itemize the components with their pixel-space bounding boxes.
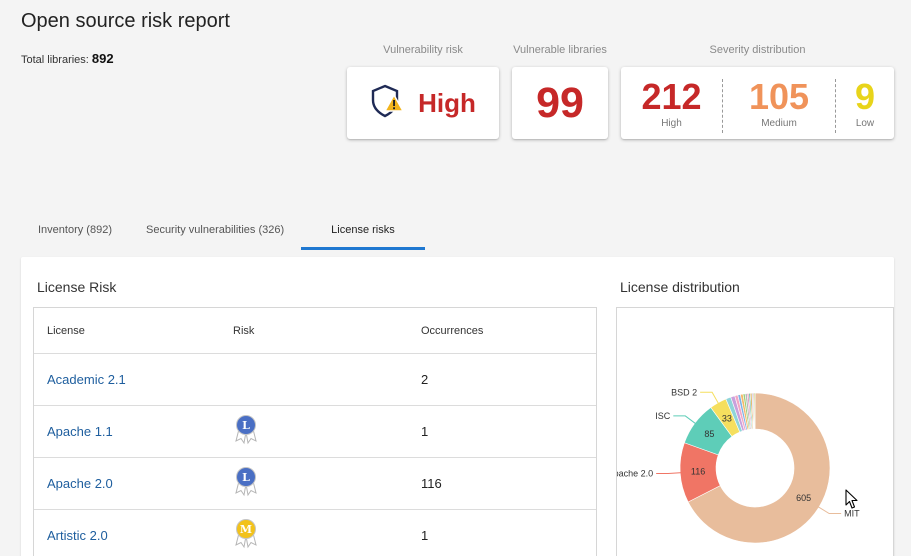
license-risk-title: License Risk bbox=[37, 279, 117, 295]
severity-medium: 105 Medium bbox=[723, 67, 835, 139]
license-link[interactable]: Apache 1.1 bbox=[47, 424, 113, 439]
license-link[interactable]: Artistic 2.0 bbox=[47, 528, 108, 543]
column-header-risk[interactable]: Risk bbox=[221, 325, 408, 337]
column-header-license[interactable]: License bbox=[34, 325, 221, 337]
occurrences-cell: 1 bbox=[421, 528, 429, 543]
table-row: Apache 1.1 L 1 bbox=[34, 406, 596, 458]
table-row: Apache 2.0 L 116 bbox=[34, 458, 596, 510]
vulnerability-risk-value: High bbox=[418, 87, 476, 118]
occurrences-cell: 2 bbox=[421, 372, 429, 387]
risk-cell: M bbox=[221, 519, 408, 552]
table-row: Academic 2.1 2 bbox=[34, 354, 596, 406]
slice-name-label: Apache 2.0 bbox=[617, 468, 653, 478]
risk-level-letter: M bbox=[240, 523, 252, 536]
low-risk-badge-icon: L bbox=[235, 415, 257, 445]
total-libraries: Total libraries: 892 bbox=[21, 51, 114, 66]
total-libraries-value: 892 bbox=[91, 51, 114, 66]
severity-low-value: 9 bbox=[854, 75, 876, 117]
table-row: Artistic 2.0 M 1 bbox=[34, 510, 596, 556]
vulnerability-risk-card: High bbox=[347, 67, 499, 139]
slice-value-label: 33 bbox=[722, 413, 732, 423]
vulnerability-risk-label: Vulnerability risk bbox=[383, 44, 463, 56]
report-tabs: Inventory (892) Security vulnerabilities… bbox=[21, 212, 425, 250]
risk-cell: L bbox=[221, 467, 408, 500]
page-title: Open source risk report bbox=[21, 10, 230, 32]
license-distribution-title: License distribution bbox=[620, 279, 740, 295]
severity-high-label: High bbox=[661, 117, 682, 129]
tab-security-vulnerabilities[interactable]: Security vulnerabilities (326) bbox=[129, 212, 301, 248]
shield-warning-icon bbox=[370, 83, 406, 124]
leader-line bbox=[656, 472, 683, 474]
leader-line bbox=[673, 415, 697, 425]
license-link[interactable]: Academic 2.1 bbox=[47, 372, 126, 387]
severity-distribution-label: Severity distribution bbox=[709, 44, 806, 56]
vulnerable-libraries-label: Vulnerable libraries bbox=[513, 44, 607, 56]
slice-value-label: 85 bbox=[704, 429, 714, 439]
slice-value-label: 116 bbox=[691, 467, 705, 477]
severity-high: 212 High bbox=[621, 67, 722, 139]
risk-level-letter: L bbox=[242, 419, 250, 432]
severity-medium-value: 105 bbox=[748, 75, 810, 117]
slice-name-label: ISC bbox=[655, 411, 671, 421]
severity-low-label: Low bbox=[855, 117, 875, 129]
donut-slice[interactable] bbox=[753, 392, 756, 430]
severity-low: 9 Low bbox=[836, 67, 894, 139]
severity-medium-label: Medium bbox=[761, 117, 797, 129]
slice-name-label: BSD 2 bbox=[671, 387, 697, 397]
occurrences-cell: 116 bbox=[421, 476, 442, 491]
table-header: License Risk Occurrences bbox=[34, 308, 596, 354]
risk-level-letter: L bbox=[242, 471, 250, 484]
severity-distribution-card: 212 High 105 Medium 9 Low bbox=[621, 67, 894, 139]
license-link[interactable]: Apache 2.0 bbox=[47, 476, 113, 491]
total-libraries-label: Total libraries: bbox=[21, 54, 89, 66]
low-risk-badge-icon: L bbox=[235, 467, 257, 497]
column-header-occurrences[interactable]: Occurrences bbox=[408, 325, 596, 337]
mouse-cursor-icon bbox=[845, 489, 858, 509]
license-donut-chart: 605 116 85 33 MIT Apache 2.0 ISC BSD 2 bbox=[617, 387, 860, 544]
risk-cell: L bbox=[221, 415, 408, 448]
vulnerable-libraries-card: 99 bbox=[512, 67, 608, 139]
vulnerable-libraries-value: 99 bbox=[536, 78, 584, 127]
leader-line bbox=[700, 391, 720, 405]
slice-value-label: 605 bbox=[796, 493, 811, 503]
medium-risk-badge-icon: M bbox=[235, 519, 257, 549]
tab-inventory[interactable]: Inventory (892) bbox=[21, 212, 129, 248]
license-distribution-chart: 605 116 85 33 MIT Apache 2.0 ISC BSD 2 bbox=[616, 307, 894, 556]
license-panel: License Risk License distribution Licens… bbox=[21, 257, 894, 556]
leader-line bbox=[816, 505, 842, 515]
occurrences-cell: 1 bbox=[421, 424, 429, 439]
slice-name-label: MIT bbox=[844, 509, 860, 519]
tab-license-risks[interactable]: License risks bbox=[301, 212, 425, 250]
severity-high-value: 212 bbox=[641, 75, 702, 117]
license-risk-table: License Risk Occurrences Academic 2.1 2 … bbox=[33, 307, 597, 556]
